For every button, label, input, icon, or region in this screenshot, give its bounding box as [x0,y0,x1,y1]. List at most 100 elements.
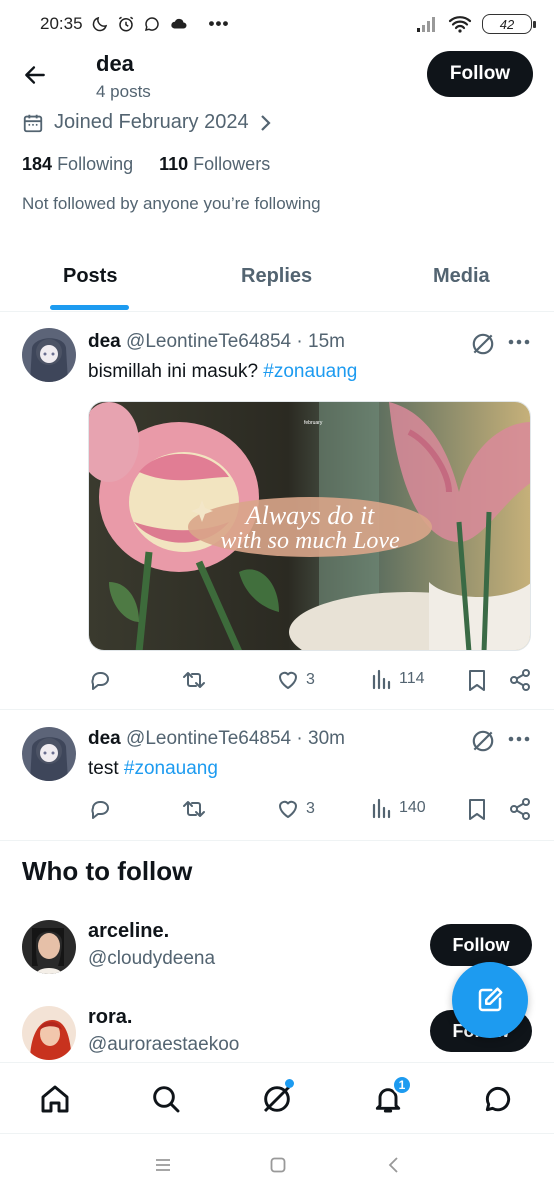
tab-posts[interactable]: Posts [63,265,117,288]
home-system-icon[interactable] [270,1156,286,1174]
avatar[interactable] [22,920,76,974]
profile-tabs: Posts Replies Media [0,246,554,312]
post-time: 15m [308,331,345,352]
post-item[interactable]: dea @LeontineTe64854 · 15m bismillah ini… [0,312,554,710]
like-button[interactable]: 3 [276,668,315,692]
nav-grok[interactable] [259,1079,295,1117]
following-link[interactable]: 184 Following [22,154,133,175]
repost-button[interactable] [180,668,208,692]
suggestion-name[interactable]: rora. [88,1006,132,1029]
reply-button[interactable] [88,797,112,821]
bookmark-button[interactable] [466,668,488,692]
share-icon [510,798,530,820]
view-count: 140 [399,799,426,816]
grok-icon[interactable] [470,728,496,754]
bookmark-button[interactable] [466,797,488,821]
post-item[interactable]: dea @LeontineTe64854 · 30m test #zonauan… [0,711,554,841]
post-time: 30m [308,728,345,749]
battery-indicator: 42 [482,14,536,34]
nav-notifications[interactable]: 1 [370,1075,412,1117]
image-small-text: february [304,420,323,426]
cloud-icon [170,18,187,29]
alarm-icon [118,16,133,32]
hashtag-link[interactable]: #zonauang [124,758,218,779]
back-button[interactable] [20,60,50,90]
profile-name: dea [96,51,134,76]
reply-icon [91,801,109,819]
image-caption-line2: with so much Love [220,528,400,554]
heart-icon [279,671,297,689]
arrow-left-icon [25,66,45,84]
views-chart-icon [372,798,391,819]
author-name[interactable]: dea [88,728,121,749]
who-to-follow-title: Who to follow [22,856,193,886]
grok-icon[interactable] [470,331,496,357]
avatar[interactable] [22,1006,76,1060]
recent-apps-icon[interactable] [155,1156,171,1174]
suggestion-name[interactable]: arceline. [88,920,169,943]
like-count: 3 [306,671,315,688]
nav-search[interactable] [148,1081,184,1117]
nav-messages[interactable] [480,1081,516,1117]
new-indicator-dot [285,1079,294,1088]
post-count: 4 posts [96,82,151,101]
chevron-right-icon [260,114,271,131]
active-tab-indicator [50,305,129,310]
clock: 20:35 [40,14,83,33]
notification-badge: 1 [392,1075,412,1095]
post-text: bismillah ini masuk? #zonauang [88,361,358,382]
share-icon [510,669,530,691]
author-handle[interactable]: @LeontineTe64854 [126,331,291,352]
back-system-icon[interactable] [387,1156,401,1174]
search-icon [153,1086,180,1113]
author-name[interactable]: dea [88,331,121,352]
views-button[interactable]: 140 [371,797,426,819]
home-icon [41,1085,69,1113]
follow-stats: 184 Following 110 Followers [22,154,270,175]
joined-text: Joined February 2024 [54,111,249,133]
repost-icon [183,672,205,688]
post-actions: 3 114 [88,668,533,698]
chat-status-icon [144,17,159,32]
not-followed-note: Not followed by anyone you’re following [22,194,321,213]
post-header: dea @LeontineTe64854 · 15m [88,331,345,352]
reply-button[interactable] [88,668,112,692]
view-count: 114 [399,670,425,687]
suggestion-handle: @cloudydeena [88,948,216,969]
compose-icon [478,987,503,1012]
wifi-icon [448,16,472,33]
hashtag-link[interactable]: #zonauang [263,361,357,382]
share-button[interactable] [508,797,532,821]
follow-suggestion-button[interactable]: Follow [430,924,532,966]
profile-header: dea 4 posts Follow [0,48,554,108]
views-chart-icon [372,669,391,690]
image-caption-line1: Always do it [244,501,375,530]
more-status-icon: ••• [208,14,230,33]
more-options-icon[interactable] [507,338,531,346]
signal-icon [417,17,435,32]
bookmark-icon [469,670,485,691]
heart-icon [279,800,297,818]
compose-post-button[interactable] [452,962,528,1038]
avatar[interactable] [22,727,76,781]
joined-date-link[interactable]: Joined February 2024 [22,111,273,134]
views-button[interactable]: 114 [371,668,425,690]
post-actions: 3 140 [88,797,533,827]
like-button[interactable]: 3 [276,797,315,821]
followers-link[interactable]: 110 Followers [159,154,270,175]
like-count: 3 [306,800,315,817]
more-options-icon[interactable] [507,735,531,743]
repost-icon [183,801,205,817]
post-image[interactable]: Always do it with so much Love february [88,401,531,651]
avatar[interactable] [22,328,76,382]
nav-home[interactable] [37,1081,73,1117]
tab-replies[interactable]: Replies [241,265,312,288]
message-icon [485,1086,511,1112]
follow-button[interactable]: Follow [427,51,533,97]
repost-button[interactable] [180,797,208,821]
author-handle[interactable]: @LeontineTe64854 [126,728,291,749]
share-button[interactable] [508,668,532,692]
calendar-icon [23,114,43,132]
tab-media[interactable]: Media [433,265,490,288]
bookmark-icon [469,799,485,820]
